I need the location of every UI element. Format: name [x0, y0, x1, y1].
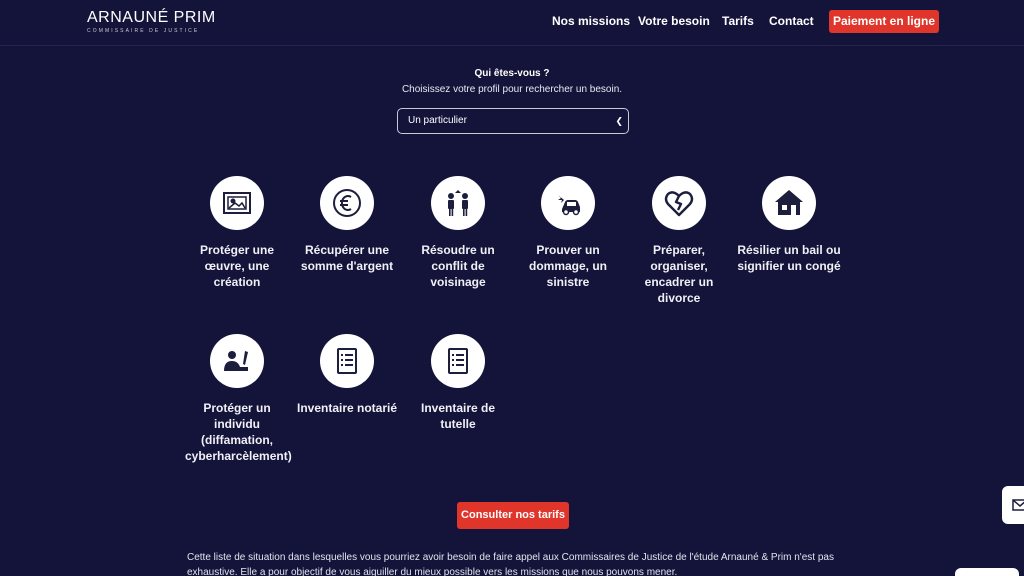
frame-icon	[210, 176, 264, 230]
euro-icon	[320, 176, 374, 230]
need-label: Prouver un dommage, un sinistre	[528, 243, 607, 289]
profile-title: Qui êtes-vous ?	[474, 68, 550, 79]
contact-mail-tab[interactable]	[1002, 486, 1024, 524]
profile-select[interactable]: Un particulier ❮	[397, 108, 629, 134]
need-item-inventaire-tutelle[interactable]: Inventaire de tutelle	[398, 334, 518, 432]
car-crash-icon	[541, 176, 595, 230]
need-item-divorce[interactable]: Préparer, organiser, encadrer un divorce	[619, 176, 739, 306]
intro-paragraph: Cette liste de situation dans lesquelles…	[187, 552, 834, 576]
brand-logo[interactable]: ARNAUNÉ PRIM COMMISSAIRE DE JUSTICE	[87, 9, 216, 34]
nav-link-tarifs[interactable]: Tarifs	[722, 14, 754, 28]
chevron-down-icon: ❮	[615, 116, 623, 126]
mail-icon	[1012, 499, 1024, 511]
online-payment-button[interactable]: Paiement en ligne	[829, 10, 939, 33]
view-pricing-button[interactable]: Consulter nos tarifs	[457, 502, 569, 529]
profile-select-value: Un particulier	[408, 115, 467, 126]
nav-link-missions[interactable]: Nos missions	[552, 14, 630, 28]
need-item-oeuvre[interactable]: Protéger une œuvre, une création	[177, 176, 297, 290]
nav-link-contact[interactable]: Contact	[769, 14, 814, 28]
need-item-individu[interactable]: Protéger un individu (diffamation, cyber…	[177, 334, 297, 464]
need-label: Inventaire de tutelle	[420, 401, 496, 431]
house-icon	[762, 176, 816, 230]
brand-name: ARNAUNÉ PRIM	[87, 9, 216, 26]
profile-subtitle: Choisissez votre profil pour rechercher …	[401, 84, 623, 95]
need-item-dommage[interactable]: Prouver un dommage, un sinistre	[508, 176, 628, 290]
document-list-icon	[431, 334, 485, 388]
neighbors-icon	[431, 176, 485, 230]
broken-heart-icon	[652, 176, 706, 230]
document-list-icon	[320, 334, 374, 388]
need-item-bail[interactable]: Résilier un bail ou signifier un congé	[729, 176, 849, 274]
need-item-argent[interactable]: Récupérer une somme d'argent	[287, 176, 407, 274]
need-label: Protéger une œuvre, une création	[199, 243, 274, 289]
need-label: Préparer, organiser, encadrer un divorce	[644, 243, 714, 305]
need-item-voisinage[interactable]: Résoudre un conflit de voisinage	[398, 176, 518, 290]
need-label: Récupérer une somme d'argent	[300, 243, 394, 273]
need-label: Protéger un individu (diffamation, cyber…	[185, 401, 292, 463]
nav-link-besoin[interactable]: Votre besoin	[638, 14, 710, 28]
need-label: Résilier un bail ou signifier un congé	[737, 243, 841, 273]
person-writing-icon	[210, 334, 264, 388]
brand-tagline: COMMISSAIRE DE JUSTICE	[87, 28, 200, 34]
site-header: ARNAUNÉ PRIM COMMISSAIRE DE JUSTICE Nos …	[0, 0, 1024, 46]
chat-widget-tab[interactable]	[955, 568, 1019, 576]
need-label: Inventaire notarié	[296, 401, 398, 415]
need-item-inventaire-notarie[interactable]: Inventaire notarié	[287, 334, 407, 416]
need-label: Résoudre un conflit de voisinage	[421, 243, 495, 289]
